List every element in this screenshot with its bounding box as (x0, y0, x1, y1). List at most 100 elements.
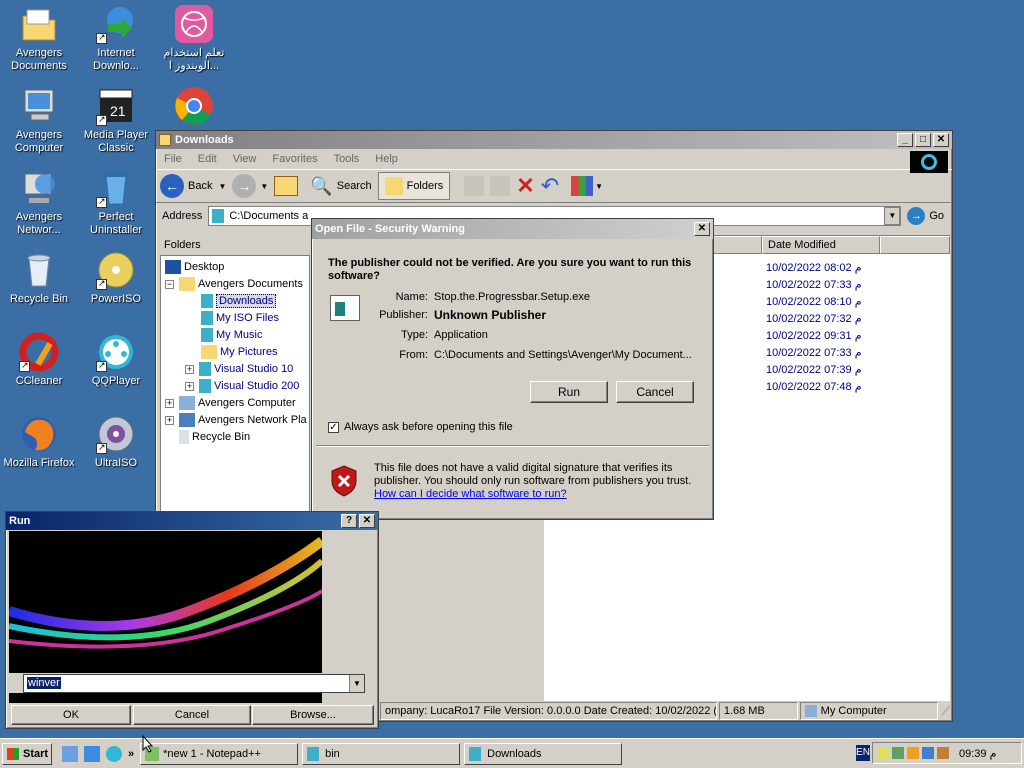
close-button[interactable]: ✕ (694, 222, 710, 236)
up-folder-button[interactable] (274, 176, 299, 196)
dialog-titlebar[interactable]: Open File - Security Warning ✕ (312, 219, 713, 239)
task-downloads[interactable]: Downloads (464, 742, 623, 765)
chevron-down-icon[interactable]: ▼ (884, 207, 901, 225)
window-title: Downloads (175, 134, 234, 146)
tree-item-avengers-network[interactable]: + Avengers Network Pla (165, 412, 307, 428)
run-button[interactable]: Run (530, 381, 608, 403)
column-header-date-modified[interactable]: Date Modified (762, 236, 880, 254)
desktop-icon-qqplayer[interactable]: QQPlayer (77, 332, 155, 388)
forward-button[interactable]: → ▼ (232, 174, 268, 198)
desktop-icon-poweriso[interactable]: PowerISO (77, 250, 155, 306)
undo-button[interactable]: ↶ (541, 173, 559, 199)
menu-favorites[interactable]: Favorites (272, 153, 317, 165)
maximize-button[interactable]: □ (915, 133, 931, 147)
collapse-icon[interactable]: − (165, 279, 174, 289)
language-indicator[interactable]: EN (856, 745, 870, 761)
tray-icon[interactable] (907, 747, 919, 759)
always-ask-checkbox[interactable]: ✓ Always ask before opening this file (328, 421, 513, 433)
shield-warning-icon (330, 465, 358, 497)
desktop-icon-ultraiso[interactable]: UltraISO (77, 414, 155, 470)
run-titlebar[interactable]: Run ? ✕ (6, 512, 378, 530)
desktop-icon-mozilla-firefox[interactable]: Mozilla Firefox (0, 414, 78, 470)
desktop-icon-avengers-computer[interactable]: Avengers Computer (0, 86, 78, 155)
copy-to-button[interactable] (490, 176, 511, 196)
help-link[interactable]: How can I decide what software to run? (374, 488, 567, 500)
tree-item-my-pictures[interactable]: My Pictures (201, 344, 277, 360)
menu-tools[interactable]: Tools (334, 153, 360, 165)
desktop-icon-chrome[interactable] (155, 86, 233, 129)
explorer-titlebar[interactable]: Downloads _ □ ✕ (156, 131, 952, 149)
tree-item-downloads[interactable]: Downloads (201, 293, 277, 309)
network-icon (179, 413, 195, 427)
desktop-icon-perfect-uninstaller[interactable]: Perfect Uninstaller (77, 168, 155, 237)
quick-launch-icon[interactable] (84, 745, 100, 762)
expand-icon[interactable]: + (185, 381, 194, 391)
tree-item-avengers-computer[interactable]: + Avengers Computer (165, 395, 296, 411)
desktop-icon-avengers-documents[interactable]: Avengers Documents (0, 4, 78, 73)
task-bin[interactable]: bin (302, 742, 461, 765)
ok-button[interactable]: OK (11, 705, 131, 725)
expand-icon[interactable]: + (165, 398, 174, 408)
chevron-down-icon[interactable]: ▼ (349, 675, 364, 692)
task-notepad[interactable]: *new 1 - Notepad++ (140, 742, 299, 765)
desktop-icon-avengers-network[interactable]: Avengers Networ... (0, 168, 78, 237)
start-button[interactable]: Start (2, 742, 52, 765)
tree-item-desktop[interactable]: Desktop (165, 259, 224, 275)
tray-icon[interactable] (877, 747, 889, 759)
search-button[interactable]: 🔍 Search (310, 176, 371, 197)
tree-item-visual-studio-10[interactable]: + Visual Studio 10 (185, 361, 293, 377)
run-command-input[interactable]: winver (27, 677, 61, 689)
expand-icon[interactable]: + (165, 415, 174, 425)
move-to-button[interactable] (464, 176, 485, 196)
views-button[interactable]: ▼ (571, 176, 603, 196)
help-button[interactable]: ? (341, 514, 357, 528)
tree-item-my-iso-files[interactable]: My ISO Files (201, 310, 279, 326)
cancel-button[interactable]: Cancel (133, 705, 251, 725)
desktop-icon-learn-windows[interactable]: تعلم استخدام الويندوز ا... (155, 4, 233, 73)
go-button[interactable]: → Go (907, 207, 944, 225)
delete-button[interactable]: ✕ (516, 173, 534, 199)
desktop-icon-media-player-classic[interactable]: 21 Media Player Classic (77, 86, 155, 155)
disc-icon (96, 414, 136, 454)
folder-icon (159, 134, 171, 146)
menu-view[interactable]: View (233, 153, 257, 165)
search-icon: 🔍 (310, 175, 333, 196)
tray-icon[interactable] (892, 747, 904, 759)
desktop-icon-internet-download[interactable]: Internet Downlo... (77, 4, 155, 73)
chevron-right-icon[interactable]: » (128, 748, 134, 760)
desktop-icon-ccleaner[interactable]: CCleaner (0, 332, 78, 388)
film-reel-icon (96, 332, 136, 372)
run-title: Run (9, 515, 31, 527)
quick-launch-icon[interactable] (62, 745, 78, 762)
tree-item-visual-studio-200[interactable]: + Visual Studio 200 (185, 378, 299, 394)
minimize-button[interactable]: _ (897, 133, 913, 147)
menu-file[interactable]: File (164, 153, 182, 165)
delete-x-icon: ✕ (516, 173, 535, 198)
up-folder-icon (274, 176, 299, 196)
quick-launch-icon[interactable] (106, 745, 122, 762)
shortcut-arrow-icon (96, 195, 107, 208)
menu-edit[interactable]: Edit (198, 153, 217, 165)
close-button[interactable]: ✕ (359, 514, 375, 528)
desktop-icon-recycle-bin[interactable]: Recycle Bin (0, 250, 78, 306)
folders-button[interactable]: Folders (377, 172, 451, 200)
dribbble-icon (174, 4, 214, 44)
tray-icon[interactable] (922, 747, 934, 759)
close-button[interactable]: ✕ (933, 133, 949, 147)
browse-button[interactable]: Browse... (252, 705, 374, 725)
tray-icon[interactable] (937, 747, 949, 759)
expand-icon[interactable]: + (185, 364, 194, 374)
resize-grip-icon[interactable]: ⟋ (942, 704, 950, 719)
separator (316, 445, 709, 447)
desktop-icon (165, 260, 181, 274)
menu-help[interactable]: Help (375, 153, 398, 165)
folder-icon (307, 746, 320, 761)
clock[interactable]: 09:39 م (959, 747, 996, 760)
cancel-button[interactable]: Cancel (616, 381, 694, 403)
tree-item-my-music[interactable]: My Music (201, 327, 262, 343)
back-button[interactable]: ← Back ▼ (160, 174, 226, 198)
signature-warning-text: This file does not have a valid digital … (374, 462, 692, 487)
tree-item-avengers-documents[interactable]: − Avengers Documents (165, 276, 303, 292)
tree-item-recycle-bin[interactable]: Recycle Bin (179, 429, 250, 445)
run-command-combobox[interactable]: winver ▼ (23, 674, 365, 693)
